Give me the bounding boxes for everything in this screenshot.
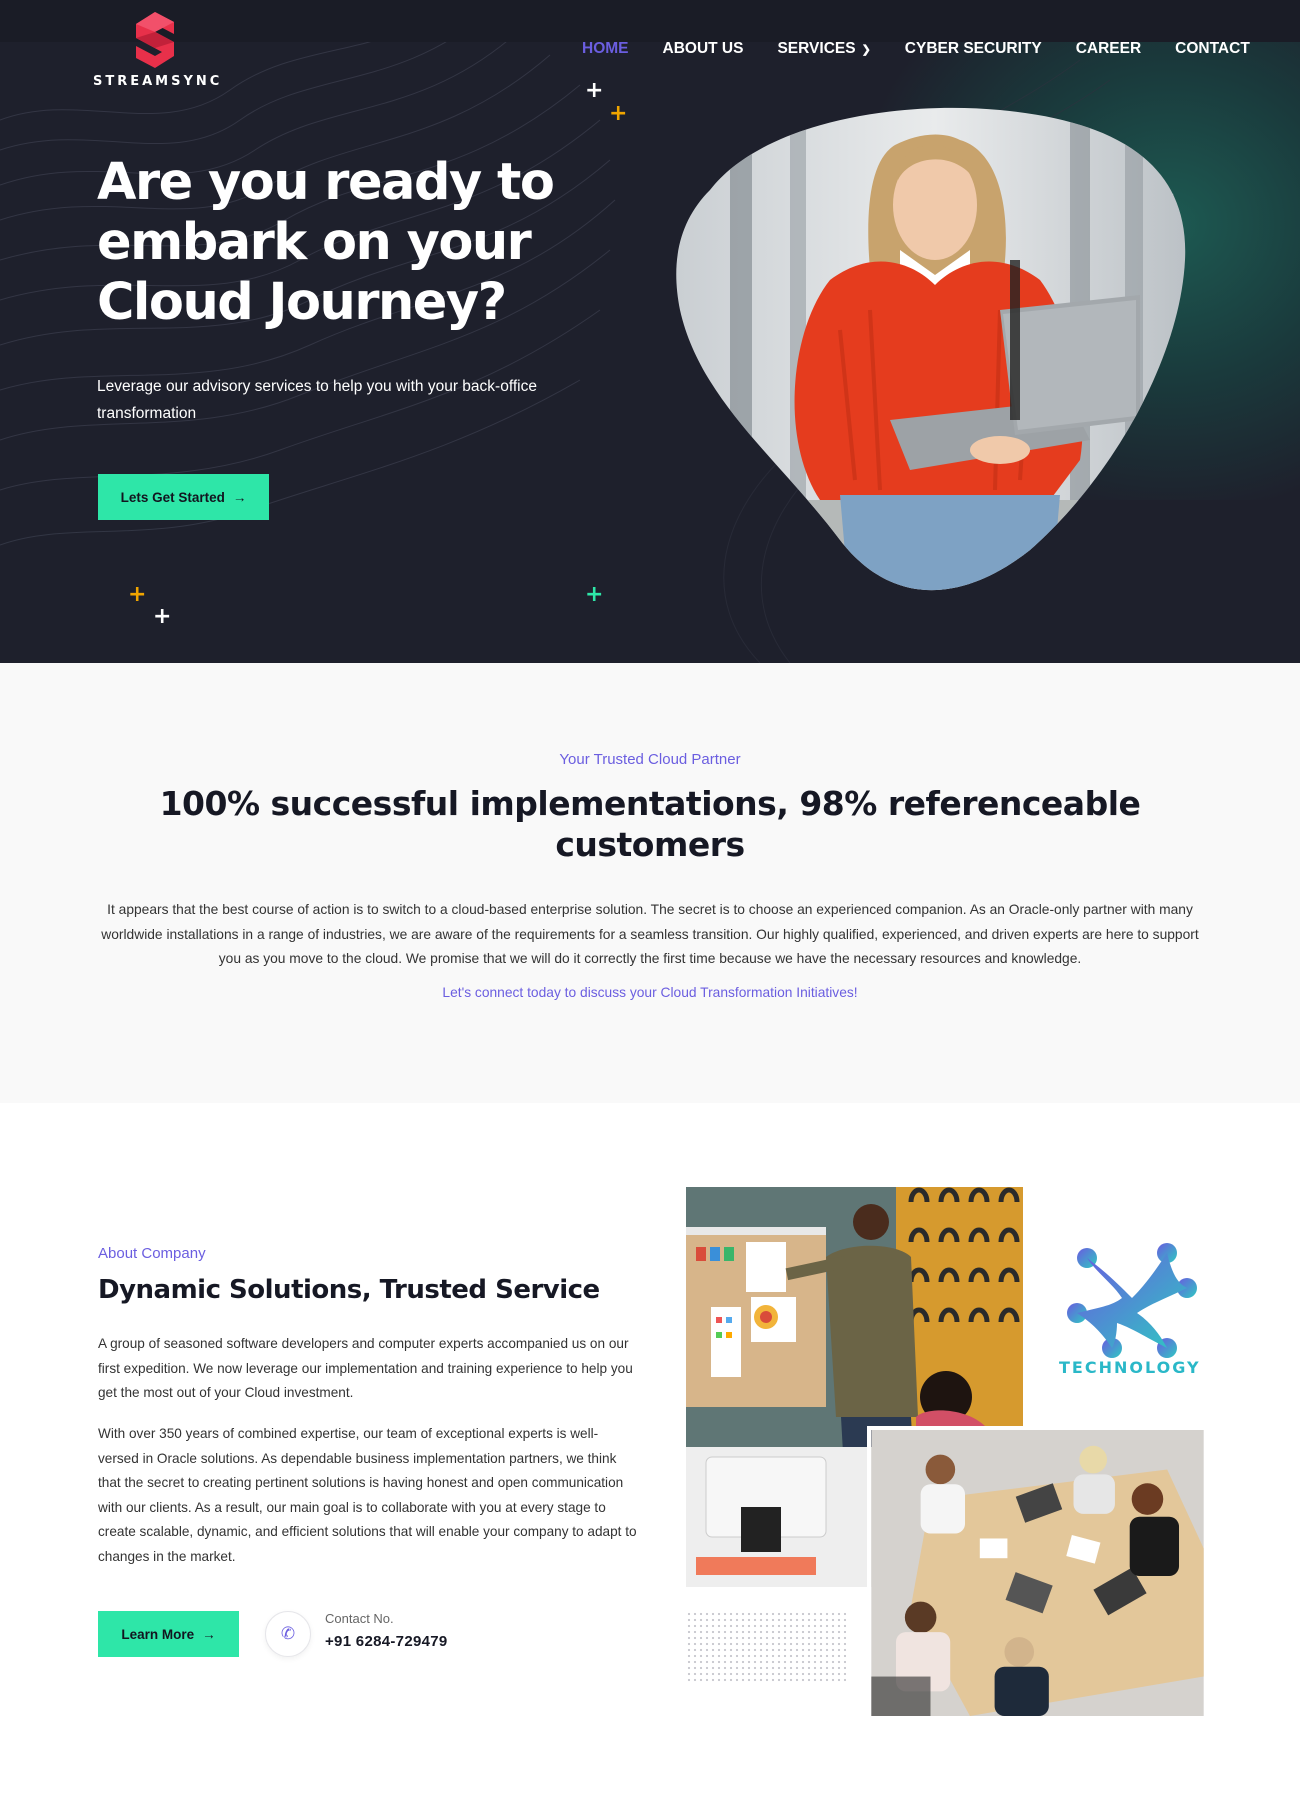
brand-name: STREAMSYNC xyxy=(93,74,223,89)
about-paragraph-1: A group of seasoned software developers … xyxy=(98,1336,633,1400)
nav-services-label: SERVICES xyxy=(777,40,856,57)
partner-section: Your Trusted Cloud Partner 100% successf… xyxy=(0,663,1300,1103)
plus-decoration-icon: + xyxy=(585,582,604,607)
learn-more-label: Learn More xyxy=(121,1626,195,1642)
nav-about-us[interactable]: ABOUT US xyxy=(663,40,744,58)
hero-image xyxy=(676,107,1186,591)
brand-logo[interactable]: STREAMSYNC xyxy=(90,10,220,92)
about-eyebrow: About Company xyxy=(98,1245,206,1262)
hero-title: Are you ready to embark on your Cloud Jo… xyxy=(97,153,555,332)
learn-more-button[interactable]: Learn More → xyxy=(98,1611,239,1657)
nav-cyber-security-label: CYBER SECURITY xyxy=(904,40,1042,57)
dot-pattern xyxy=(686,1611,846,1683)
partner-eyebrow: Your Trusted Cloud Partner xyxy=(559,751,741,768)
about-paragraph-2: With over 350 years of combined expertis… xyxy=(98,1426,637,1564)
arrow-right-icon: → xyxy=(232,489,247,505)
contact-number[interactable]: +91 6284-729479 xyxy=(325,1633,448,1650)
hero-subtitle: Leverage our advisory services to help y… xyxy=(97,378,537,422)
get-started-button[interactable]: Lets Get Started → xyxy=(98,474,269,520)
nav-contact-label: CONTACT xyxy=(1175,40,1250,57)
plus-decoration-icon: + xyxy=(585,78,604,103)
technology-logo-text: TECHNOLOGY xyxy=(1059,1358,1201,1377)
meeting-photo xyxy=(867,1426,1204,1716)
chevron-down-icon: ❯ xyxy=(861,43,871,56)
nav-home[interactable]: HOME xyxy=(582,40,629,58)
nav-contact[interactable]: CONTACT xyxy=(1175,40,1250,58)
partner-title: 100% successful implementations, 98% ref… xyxy=(159,784,1141,864)
plus-decoration-icon: + xyxy=(609,101,628,126)
logo-s-icon xyxy=(136,12,174,68)
nav-about-us-label: ABOUT US xyxy=(662,40,744,57)
phone-icon[interactable]: ✆ xyxy=(265,1611,311,1657)
nav-services[interactable]: SERVICES ❯ xyxy=(777,40,870,58)
plus-decoration-icon: + xyxy=(128,582,147,607)
plus-decoration-icon: + xyxy=(153,604,172,629)
nav-cyber-security[interactable]: CYBER SECURITY xyxy=(905,40,1042,58)
technology-logo-icon xyxy=(1067,1243,1197,1358)
hero-section: STREAMSYNC HOME ABOUT US SERVICES ❯ CYBER… xyxy=(0,0,1300,663)
about-title: Dynamic Solutions, Trusted Service xyxy=(98,1275,600,1305)
get-started-label: Lets Get Started xyxy=(120,489,225,505)
arrow-right-icon: → xyxy=(202,1626,216,1642)
partner-body: It appears that the best course of actio… xyxy=(101,902,1199,966)
nav-home-label: HOME xyxy=(582,40,629,57)
nav-career-label: CAREER xyxy=(1075,40,1142,57)
nav-career[interactable]: CAREER xyxy=(1076,40,1141,58)
contact-label: Contact No. xyxy=(325,1611,394,1626)
connect-link[interactable]: Let's connect today to discuss your Clou… xyxy=(0,985,1300,1000)
main-nav: HOME ABOUT US SERVICES ❯ CYBER SECURITY C… xyxy=(582,40,1250,58)
about-section: About Company Dynamic Solutions, Trusted… xyxy=(0,1103,1300,1800)
